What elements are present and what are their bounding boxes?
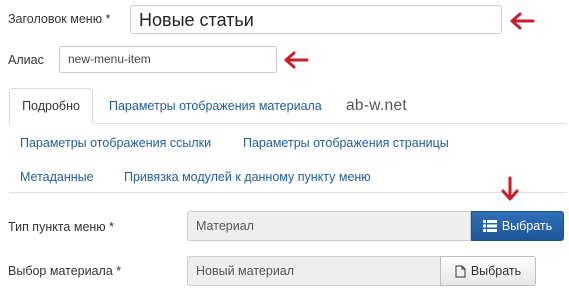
red-arrow-icon (501, 176, 519, 201)
tab-link-display[interactable]: Параметры отображения ссылки (20, 136, 211, 150)
select-menu-type-button[interactable]: Выбрать (471, 211, 564, 241)
tab-article-display[interactable]: Параметры отображения материала (109, 99, 322, 113)
select-article-label: Выбрать (470, 264, 522, 278)
alias-label: Алиас (8, 53, 44, 67)
menu-type-label: Тип пункта меню * (8, 220, 115, 234)
tabs-bottom-divider (9, 192, 566, 193)
select-article-button[interactable]: Выбрать (440, 256, 536, 286)
tab-page-display[interactable]: Параметры отображения страницы (243, 136, 449, 150)
tab-details[interactable]: Подробно (9, 88, 93, 124)
tab-module-assignment[interactable]: Привязка модулей к данному пункту меню (124, 170, 371, 184)
watermark: ab-w.net (346, 97, 407, 114)
title-label: Заголовок меню * (8, 12, 111, 26)
red-arrow-icon (284, 51, 309, 69)
article-label: Выбор материала * (8, 264, 122, 278)
alias-input[interactable]: new-menu-item (59, 46, 277, 73)
list-icon (482, 220, 497, 232)
menu-type-field: Материал (187, 211, 471, 241)
file-icon (455, 265, 466, 277)
red-arrow-icon (510, 12, 535, 30)
title-input[interactable]: Новые статьи (130, 5, 502, 34)
select-menu-type-label: Выбрать (501, 219, 553, 233)
tab-metadata[interactable]: Метаданные (20, 170, 94, 184)
article-field: Новый материал (187, 256, 441, 286)
